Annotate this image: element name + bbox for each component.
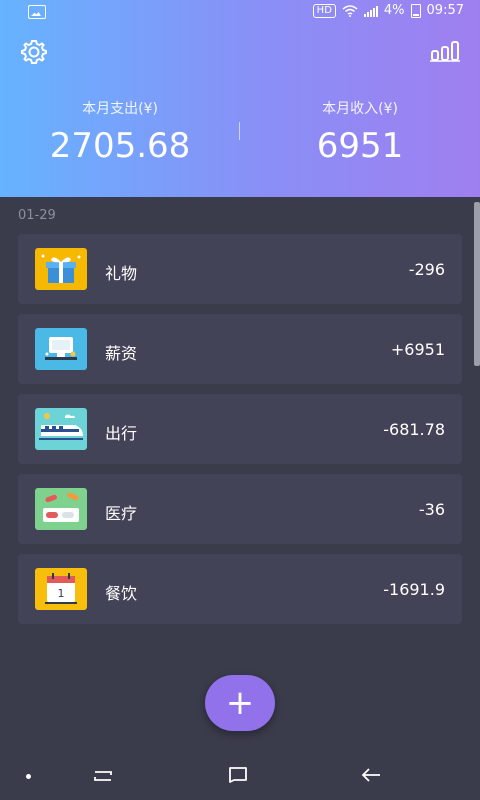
medical-icon [35, 488, 87, 530]
record-amount: -36 [418, 500, 445, 519]
record-amount: +6951 [390, 340, 445, 359]
wifi-icon [342, 4, 358, 17]
salary-icon [35, 328, 87, 370]
calendar-food-icon: 1 [35, 568, 87, 610]
record-amount: -1691.9 [383, 580, 445, 599]
settings-gear-icon[interactable] [20, 38, 48, 66]
record-item-travel[interactable]: 出行 -681.78 [18, 394, 462, 464]
expense-value: 2705.68 [49, 126, 191, 166]
record-list: 礼物 -296 薪资 +6951 出行 -681.78 医疗 -36 1 餐饮 … [18, 234, 462, 634]
record-name: 餐饮 [105, 584, 138, 603]
record-item-salary[interactable]: 薪资 +6951 [18, 314, 462, 384]
train-icon [35, 408, 87, 450]
battery-percent: 4% [383, 3, 405, 18]
record-item-dining[interactable]: 1 餐饮 -1691.9 [18, 554, 462, 624]
expense-label: 本月支出(¥) [82, 101, 158, 117]
back-arrow-icon[interactable] [360, 766, 382, 784]
status-right: HD 4% 09:57 [312, 3, 464, 18]
expense-summary: 本月支出(¥) 2705.68 [0, 98, 240, 166]
svg-text:1: 1 [58, 587, 65, 600]
battery-icon [410, 3, 421, 18]
hd-badge: HD [312, 3, 336, 18]
scrollbar[interactable] [474, 202, 480, 366]
recent-apps-icon[interactable] [92, 768, 114, 784]
record-amount: -681.78 [383, 420, 445, 439]
record-name: 礼物 [105, 264, 138, 283]
record-name: 医疗 [105, 504, 138, 523]
record-amount: -296 [408, 260, 445, 279]
system-nav-bar [0, 752, 480, 800]
gallery-notification-icon [28, 5, 46, 19]
home-icon[interactable] [228, 766, 248, 784]
date-heading: 01-29 [18, 208, 56, 223]
record-name: 薪资 [105, 344, 138, 363]
header-banner: HD 4% 09:57 本月支出(¥) 2705.68 本月收入(¥) 6951 [0, 0, 480, 197]
nav-dot-icon[interactable] [26, 774, 31, 779]
statistics-chart-icon[interactable] [430, 40, 460, 62]
record-item-gift[interactable]: 礼物 -296 [18, 234, 462, 304]
clock: 09:57 [426, 3, 464, 18]
signal-icon [363, 5, 378, 17]
income-value: 6951 [316, 126, 404, 166]
record-name: 出行 [105, 424, 138, 443]
income-summary: 本月收入(¥) 6951 [240, 98, 480, 166]
income-label: 本月收入(¥) [322, 101, 398, 117]
add-record-button[interactable]: + [205, 675, 275, 731]
status-bar: HD 4% 09:57 [0, 0, 480, 24]
gift-icon [35, 248, 87, 290]
record-item-medical[interactable]: 医疗 -36 [18, 474, 462, 544]
